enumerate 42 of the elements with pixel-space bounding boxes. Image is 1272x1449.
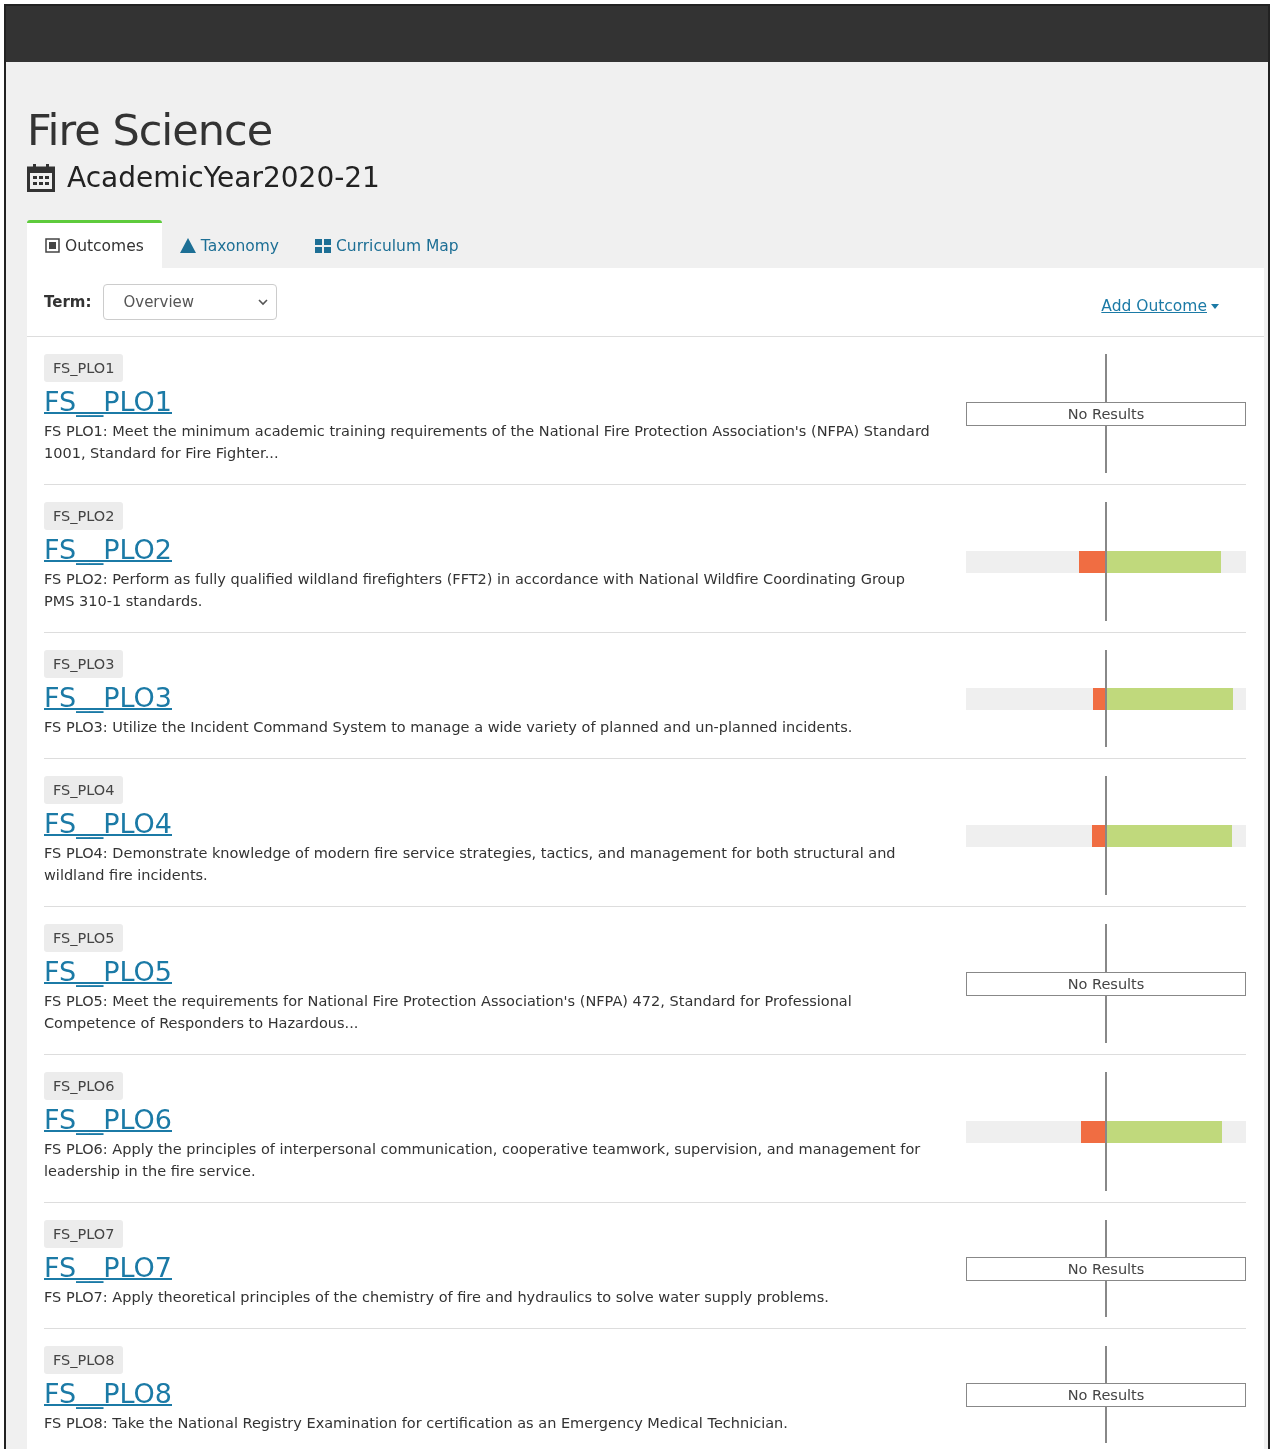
outcome-description: FS PLO2: Perform as fully qualified wildland firefighters (FFT2) in accordance with National Wildfire Coordinating Group PMS 310-1 standards. xyxy=(44,570,906,611)
outcome-code-badge: FS_PLO4 xyxy=(44,776,124,804)
outcome-description: FS PLO1: Meet the minimum academic training requirements of the National Fire Protection Association's (NFPA) Standard 1001, Standard for Fire Fighter... xyxy=(44,422,931,463)
outcome-title-link[interactable]: FS__PLO5 xyxy=(44,954,172,990)
outcome-description: FS PLO6: Apply the principles of interpersonal communication, cooperative teamwork, supervision, and management for leadership in the fire service. xyxy=(44,1140,922,1181)
outcome-title-link[interactable]: FS__PLO8 xyxy=(44,1376,172,1412)
outcome-title-link[interactable]: FS__PLO7 xyxy=(44,1250,172,1286)
outcome-title-link[interactable]: FS__PLO1 xyxy=(44,384,172,420)
add-outcome-link[interactable]: Add Outcome xyxy=(1101,297,1219,315)
outcome-code-badge: FS_PLO2 xyxy=(44,502,124,530)
outcome-code-badge: FS_PLO7 xyxy=(44,1220,124,1248)
caret-icon xyxy=(1211,303,1219,309)
outcome-code-badge: FS_PLO8 xyxy=(44,1346,124,1374)
outcome-description: FS PLO7: Apply theoretical principles of the chemistry of fire and hydraulics to solve water supply problems. xyxy=(44,1288,830,1307)
outcome-description: FS PLO3: Utilize the Incident Command System to manage a wide variety of planned and un-planned incidents. xyxy=(44,718,854,737)
tab[interactable]: Curriculum Map xyxy=(297,220,477,268)
outcome-description: FS PLO8: Take the National Registry Examination for certification as an Emergency Medical Technician. xyxy=(44,1414,789,1433)
outcome-description: FS PLO5: Meet the requirements for National Fire Protection Association's (NFPA) 472, Standard for Professional Competence of Responders to Hazardous... xyxy=(44,992,853,1033)
chevron-down-icon xyxy=(258,298,269,306)
triangle-icon xyxy=(179,238,196,253)
term-select[interactable]: Overview xyxy=(103,284,278,320)
calendar-icon xyxy=(27,164,55,192)
outcome-code-badge: FS_PLO3 xyxy=(44,650,124,678)
no-results-box: No Results xyxy=(966,1256,1246,1281)
grid-icon xyxy=(315,238,331,253)
academic-year: AcademicYear2020-21 xyxy=(67,160,380,196)
list-icon xyxy=(45,238,60,253)
outcome-title-link[interactable]: FS__PLO6 xyxy=(44,1102,172,1138)
no-results-box: No Results xyxy=(966,1382,1246,1407)
outcome-code-badge: FS_PLO1 xyxy=(44,354,124,382)
tab[interactable]: Taxonomy xyxy=(161,220,297,268)
no-results-box: No Results xyxy=(966,971,1246,996)
no-results-box: No Results xyxy=(966,401,1246,426)
outcome-title-link[interactable]: FS__PLO2 xyxy=(44,532,172,568)
outcome-title-link[interactable]: FS__PLO3 xyxy=(44,680,172,716)
outcome-description: FS PLO4: Demonstrate knowledge of modern fire service strategies, tactics, and management for both structural and wildland fire incidents. xyxy=(44,844,897,885)
outcome-code-badge: FS_PLO5 xyxy=(44,924,124,952)
outcome-code-badge: FS_PLO6 xyxy=(44,1072,124,1100)
outcome-title-link[interactable]: FS__PLO4 xyxy=(44,806,172,842)
program-title: Fire Science xyxy=(27,104,274,157)
tab[interactable]: Outcomes xyxy=(27,220,162,268)
term-label: Term: xyxy=(44,293,92,311)
